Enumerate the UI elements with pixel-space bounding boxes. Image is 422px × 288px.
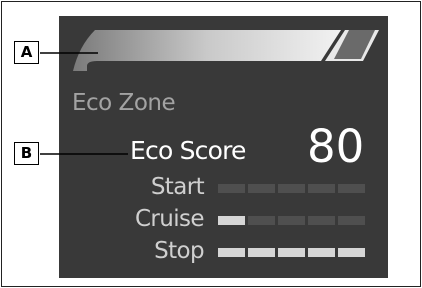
rating-segment — [338, 216, 365, 225]
cruise-label: Cruise — [134, 206, 205, 232]
rating-segment — [248, 184, 275, 193]
start-rating-bar — [218, 184, 365, 193]
callout-b: B — [14, 142, 39, 165]
rating-segment — [218, 248, 245, 257]
eco-score-value: 80 — [307, 120, 365, 173]
stop-rating-bar — [218, 248, 365, 257]
callout-a-leader-line — [40, 52, 98, 54]
callout-b-leader-line — [40, 153, 128, 155]
figure-frame: Eco Zone Eco Score 80 Start Cruise Stop … — [1, 1, 421, 287]
cruise-rating-bar — [218, 216, 365, 225]
rating-segment — [218, 216, 245, 225]
rating-segment — [218, 184, 245, 193]
eco-zone-label: Eco Zone — [72, 90, 176, 116]
rating-segment — [278, 216, 305, 225]
rating-segment — [278, 248, 305, 257]
eco-score-label: Eco Score — [130, 136, 246, 165]
start-label: Start — [150, 174, 205, 200]
rating-segment — [248, 216, 275, 225]
rating-segment — [308, 248, 335, 257]
rating-segment — [308, 184, 335, 193]
eco-driving-indicator-zone-gauge — [73, 30, 379, 71]
stop-label: Stop — [154, 238, 204, 264]
rating-segment — [248, 248, 275, 257]
rating-segment — [338, 248, 365, 257]
callout-a: A — [14, 41, 39, 64]
rating-segment — [278, 184, 305, 193]
rating-segment — [338, 184, 365, 193]
rating-segment — [308, 216, 335, 225]
